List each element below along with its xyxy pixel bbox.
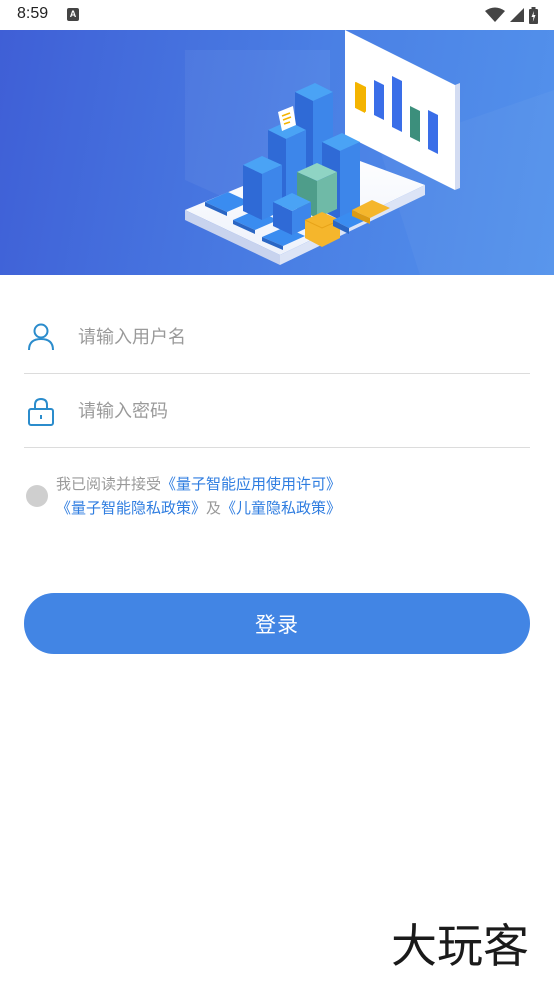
agreement-prefix: 我已阅读并接受 — [56, 475, 162, 493]
child-privacy-link[interactable]: 《儿童隐私政策》 — [221, 499, 341, 517]
status-icons — [485, 6, 538, 24]
password-row — [24, 374, 530, 448]
password-input[interactable] — [78, 392, 518, 430]
username-row — [24, 300, 530, 374]
status-bar: 8:59 A — [0, 0, 554, 30]
username-input[interactable] — [78, 318, 518, 356]
watermark-logo: 大玩客 — [391, 919, 529, 973]
privacy-policy-link[interactable]: 《量子智能隐私政策》 — [56, 499, 206, 517]
wifi-icon — [485, 7, 505, 22]
status-time: 8:59 — [17, 5, 49, 22]
a-letter-icon: A — [67, 8, 79, 21]
login-button[interactable]: 登录 — [24, 593, 530, 654]
license-link[interactable]: 《量子智能应用使用许可》 — [161, 475, 341, 493]
isometric-data-dashboard-illustration — [185, 30, 554, 275]
agreement-section: 我已阅读并接受《量子智能应用使用许可》 《量子智能隐私政策》及《儿童隐私政策》 — [24, 470, 530, 530]
signal-icon — [510, 8, 524, 22]
header-banner — [0, 30, 554, 275]
agreement-conjunction: 及 — [206, 499, 222, 517]
battery-icon — [529, 6, 538, 24]
user-icon — [28, 323, 54, 351]
agreement-checkbox[interactable] — [26, 485, 48, 507]
watermark-text: 大玩客 — [391, 919, 529, 973]
lock-icon — [28, 397, 54, 426]
agreement-text: 我已阅读并接受《量子智能应用使用许可》 《量子智能隐私政策》及《儿童隐私政策》 — [56, 472, 526, 520]
